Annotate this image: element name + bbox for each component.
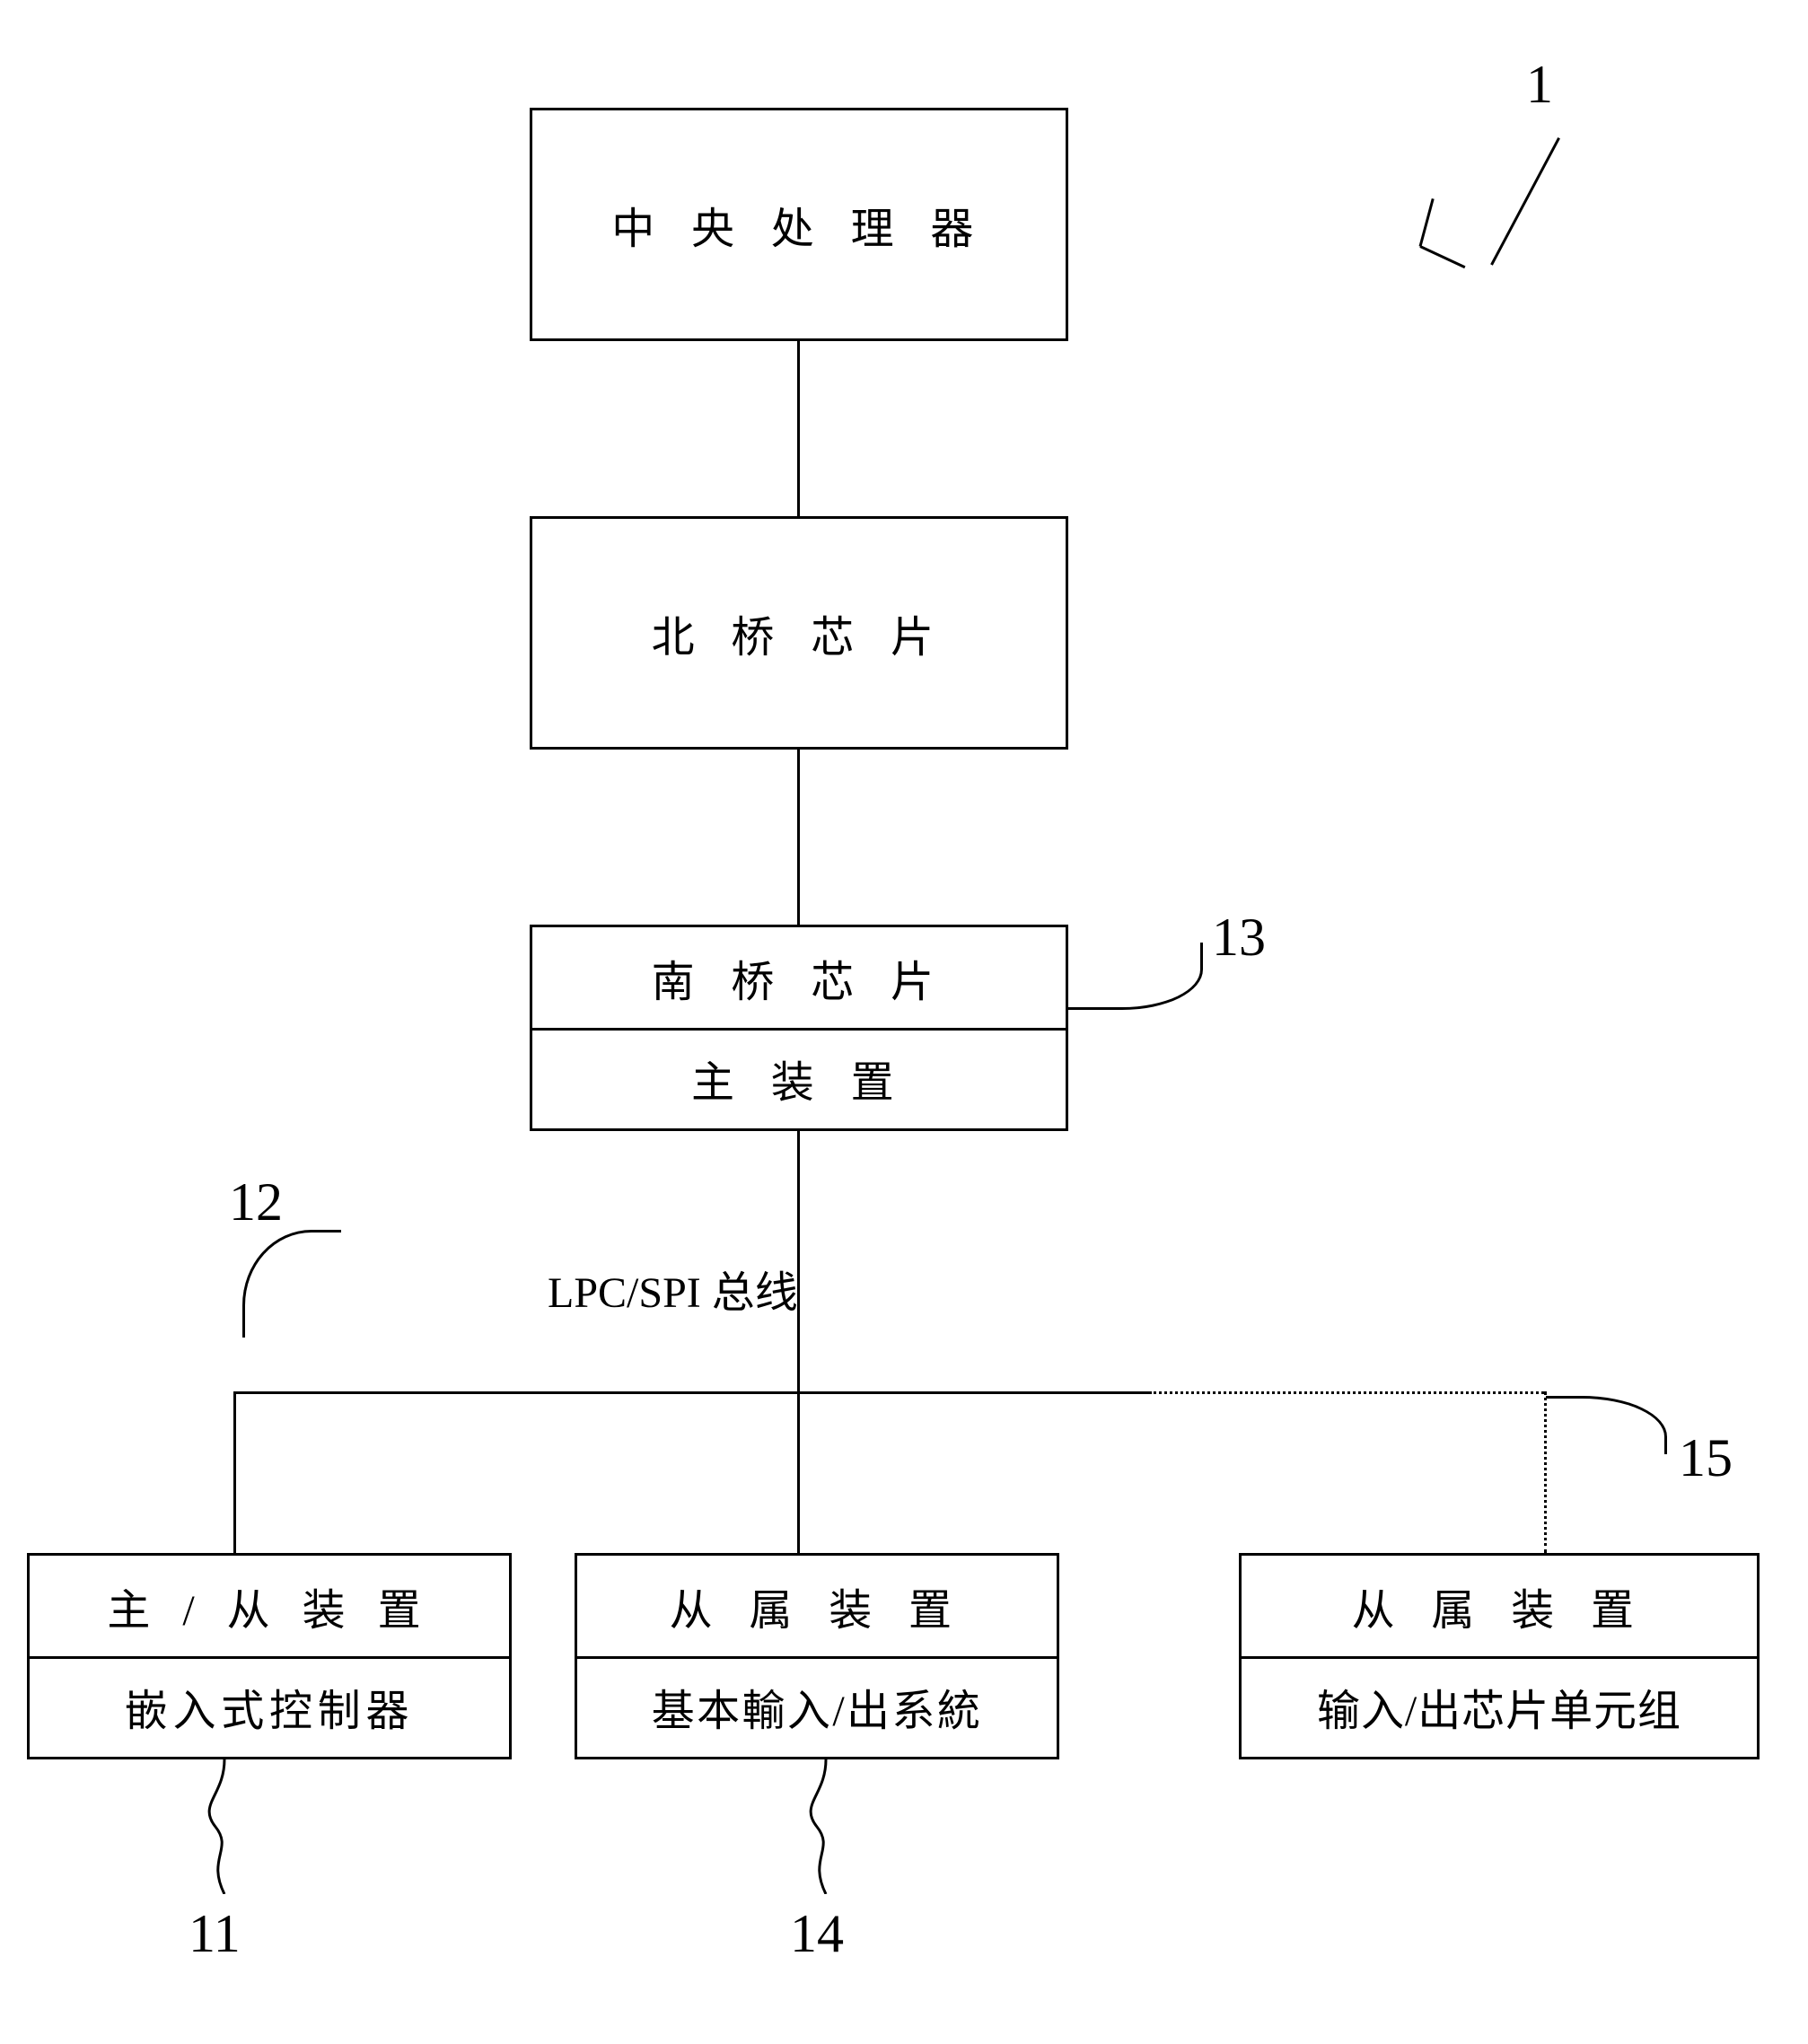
cpu-block: 中 央 处 理 器 <box>530 108 1068 341</box>
southbridge-top-label: 南 桥 芯 片 <box>532 946 1066 1009</box>
arrow-shaft <box>1490 137 1560 266</box>
arrowhead-stroke-1 <box>1419 245 1465 268</box>
system-label: 1 <box>1526 54 1553 116</box>
southbridge-bottom-label: 主 装 置 <box>532 1047 1066 1110</box>
arrowhead-stroke-2 <box>1419 198 1435 247</box>
callout-15: 15 <box>1679 1427 1733 1489</box>
ec-bottom-label: 嵌入式控制器 <box>30 1675 509 1738</box>
embedded-controller-block: 主 / 从 装 置 嵌入式控制器 <box>27 1553 512 1759</box>
bus-drop-mid <box>797 1391 800 1553</box>
callout-squiggle-11 <box>189 1759 260 1894</box>
cpu-label: 中 央 处 理 器 <box>532 193 1066 256</box>
southbridge-block: 南 桥 芯 片 主 装 置 <box>530 925 1068 1131</box>
io-top-label: 从 属 装 置 <box>1242 1575 1757 1637</box>
io-chip-block: 从 属 装 置 输入/出芯片单元组 <box>1239 1553 1760 1759</box>
bus-line-dotted <box>1149 1391 1544 1394</box>
connector-cpu-nb <box>797 341 800 516</box>
bus-label: LPC/SPI 总线 <box>548 1257 798 1320</box>
bios-bottom-label: 基本輸入/出系統 <box>577 1675 1057 1738</box>
io-bottom-label: 输入/出芯片单元组 <box>1242 1675 1757 1738</box>
callout-13: 13 <box>1212 907 1266 969</box>
callout-12: 12 <box>229 1171 283 1233</box>
callout-11: 11 <box>189 1903 241 1965</box>
callout-curve-12 <box>242 1230 341 1338</box>
bus-line-solid <box>233 1391 1149 1394</box>
callout-curve-13 <box>1068 943 1203 1010</box>
callout-curve-15 <box>1546 1396 1667 1454</box>
callout-14: 14 <box>790 1903 844 1965</box>
connector-nb-sb <box>797 750 800 925</box>
ec-top-label: 主 / 从 装 置 <box>30 1575 509 1637</box>
northbridge-label: 北 桥 芯 片 <box>532 601 1066 664</box>
bios-block: 从 属 装 置 基本輸入/出系統 <box>575 1553 1059 1759</box>
bios-top-label: 从 属 装 置 <box>577 1575 1057 1637</box>
northbridge-block: 北 桥 芯 片 <box>530 516 1068 750</box>
bus-drop-left <box>233 1391 236 1553</box>
callout-squiggle-14 <box>790 1759 862 1894</box>
